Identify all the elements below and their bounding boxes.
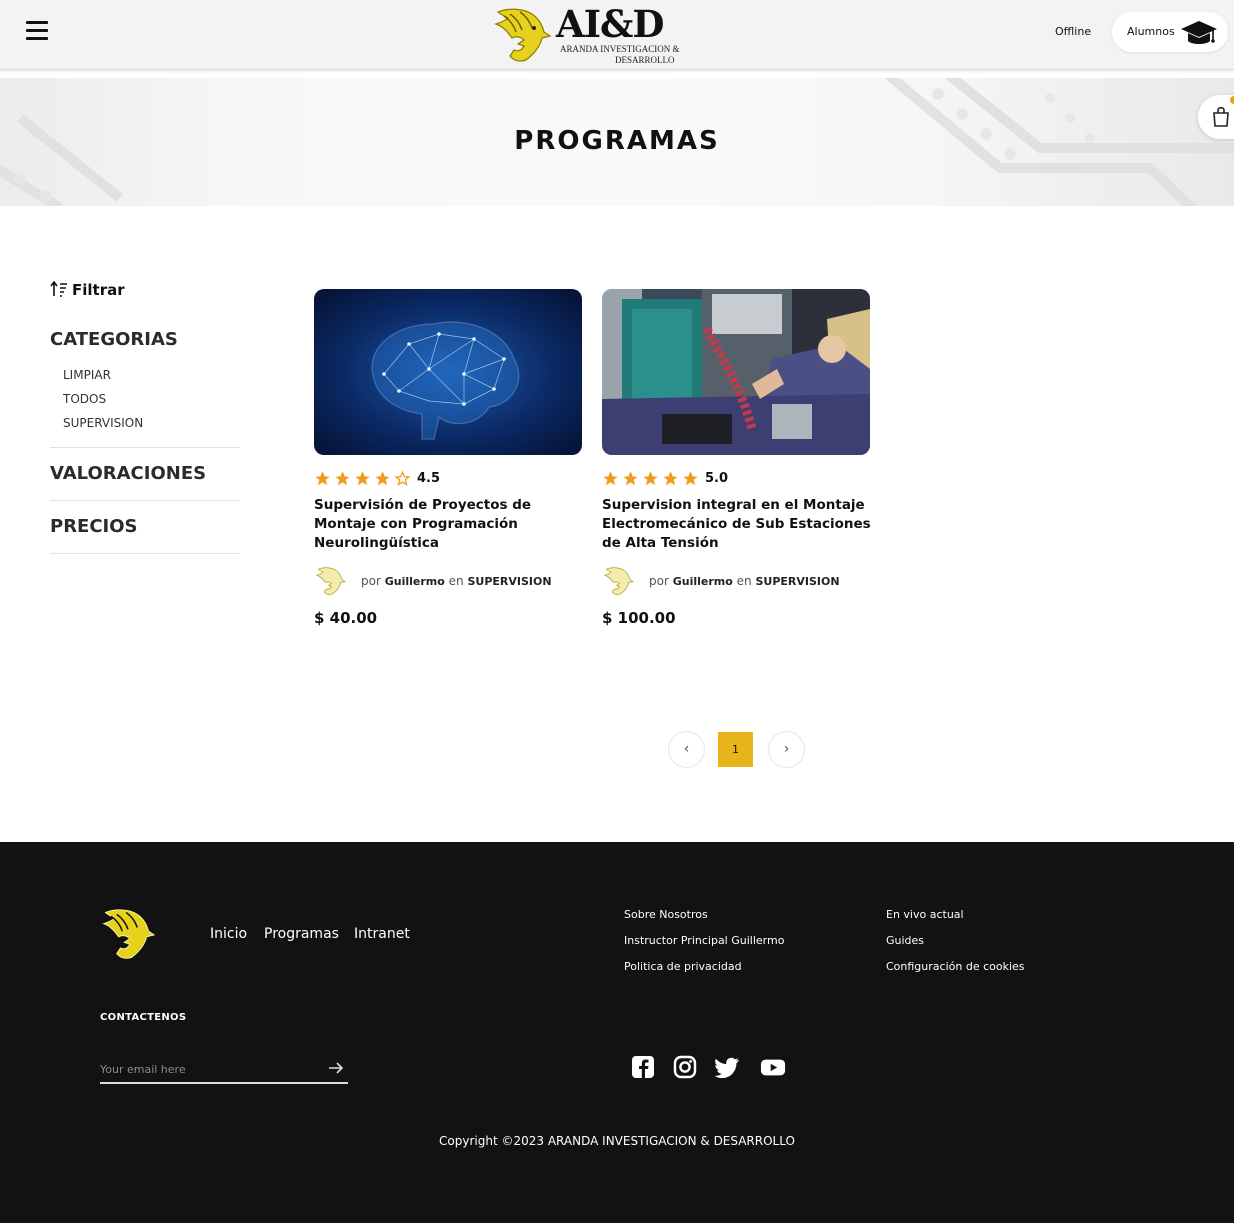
author-link[interactable]: Guillermo	[673, 575, 733, 588]
star-filled-icon	[663, 470, 678, 485]
categories-heading[interactable]: CATEGORIAS	[50, 329, 178, 350]
star-filled-icon	[603, 470, 618, 485]
category-item-supervision[interactable]: SUPERVISION	[63, 416, 143, 430]
footer-nav-intranet[interactable]: Intranet	[354, 926, 410, 942]
filter-toggle[interactable]: Filtrar	[50, 281, 125, 299]
star-outline-icon	[394, 469, 411, 486]
footer-link-privacy[interactable]: Politica de privacidad	[624, 960, 742, 973]
course-title[interactable]: Supervisión de Proyectos de Montaje con …	[314, 496, 584, 553]
logo-title: AI&D	[556, 2, 665, 46]
graduation-cap-icon	[1181, 21, 1217, 44]
lion-logo-icon	[494, 8, 552, 62]
author-avatar	[603, 567, 634, 595]
author-link[interactable]: Guillermo	[385, 575, 445, 588]
filter-label: Filtrar	[72, 281, 125, 299]
footer-nav-programas[interactable]: Programas	[264, 926, 339, 942]
students-button-label: Alumnos	[1127, 25, 1175, 38]
youtube-icon[interactable]	[760, 1054, 786, 1080]
category-item-todos[interactable]: TODOS	[63, 392, 106, 406]
contact-heading: CONTACTENOS	[100, 1012, 187, 1023]
in-label: en	[448, 574, 464, 588]
cart-button[interactable]	[1198, 95, 1234, 139]
email-input[interactable]	[100, 1058, 310, 1081]
divider	[50, 500, 240, 501]
divider	[50, 447, 240, 448]
top-header: AI&D ARANDA INVESTIGACION & DESARROLLO O…	[0, 0, 1234, 70]
newsletter-form	[100, 1058, 348, 1084]
star-filled-icon	[375, 470, 390, 485]
course-thumbnail[interactable]	[602, 289, 870, 455]
logo-subtitle: DESARROLLO	[615, 55, 675, 65]
footer-link-cookies[interactable]: Configuración de cookies	[886, 960, 1025, 973]
footer-link-instructor[interactable]: Instructor Principal Guillermo	[624, 934, 784, 947]
copyright-text: Copyright ©2023 ARANDA INVESTIGACION & D…	[439, 1134, 795, 1148]
status-label: Offline	[1055, 25, 1092, 38]
shopping-bag-icon	[1213, 106, 1229, 127]
page-hero: PROGRAMAS	[0, 78, 1234, 206]
star-filled-icon	[623, 470, 638, 485]
footer-link-about[interactable]: Sobre Nosotros	[624, 908, 708, 921]
course-card: 4.5 Supervisión de Proyectos de Montaje …	[314, 289, 584, 627]
facebook-icon[interactable]	[630, 1054, 656, 1080]
brain-network-image	[314, 289, 582, 455]
by-label: por	[361, 574, 381, 588]
lion-logo-icon[interactable]	[98, 906, 156, 962]
star-filled-icon	[315, 470, 330, 485]
course-price: $ 40.00	[314, 609, 378, 627]
course-meta: por Guillermo en SUPERVISION	[602, 565, 872, 597]
sort-filter-icon	[50, 281, 67, 297]
course-title[interactable]: Supervision integral en el Montaje Elect…	[602, 496, 872, 553]
footer-link-guides[interactable]: Guides	[886, 934, 924, 947]
course-byline: por Guillermo en SUPERVISION	[649, 574, 840, 588]
star-filled-icon	[643, 470, 658, 485]
site-footer: Inicio Programas Intranet Sobre Nosotros…	[0, 842, 1234, 1223]
rating-stars: 4.5	[314, 469, 584, 487]
electromechanical-assembly-image	[602, 289, 870, 455]
category-link[interactable]: SUPERVISION	[755, 575, 839, 588]
category-link[interactable]: SUPERVISION	[467, 575, 551, 588]
prices-heading[interactable]: PRECIOS	[50, 516, 138, 537]
pagination-prev-button[interactable]: ‹	[668, 731, 705, 768]
cart-badge	[1230, 96, 1234, 104]
students-button[interactable]: Alumnos	[1112, 12, 1228, 52]
logo-subtitle: ARANDA INVESTIGACION &	[560, 44, 680, 54]
by-label: por	[649, 574, 669, 588]
arrow-right-icon[interactable]	[328, 1061, 344, 1075]
course-byline: por Guillermo en SUPERVISION	[361, 574, 552, 588]
star-filled-icon	[355, 470, 370, 485]
divider	[50, 553, 240, 554]
in-label: en	[736, 574, 752, 588]
course-price: $ 100.00	[602, 609, 676, 627]
star-filled-icon	[335, 470, 350, 485]
page-title: PROGRAMAS	[514, 126, 720, 156]
rating-value: 5.0	[705, 470, 729, 486]
rating-value: 4.5	[417, 470, 441, 486]
instagram-icon[interactable]	[672, 1054, 698, 1080]
category-item-limpiar[interactable]: LIMPIAR	[63, 368, 111, 382]
footer-link-live[interactable]: En vivo actual	[886, 908, 964, 921]
hamburger-menu-icon[interactable]	[26, 21, 48, 43]
rating-stars: 5.0	[602, 469, 872, 487]
ratings-heading[interactable]: VALORACIONES	[50, 463, 206, 484]
course-thumbnail[interactable]	[314, 289, 582, 455]
site-logo[interactable]: AI&D ARANDA INVESTIGACION & DESARROLLO	[490, 4, 690, 66]
footer-nav-inicio[interactable]: Inicio	[210, 926, 247, 942]
pagination-page-current[interactable]: 1	[718, 732, 753, 767]
star-filled-icon	[683, 470, 698, 485]
twitter-icon[interactable]	[715, 1054, 741, 1080]
course-card: 5.0 Supervision integral en el Montaje E…	[602, 289, 872, 627]
course-meta: por Guillermo en SUPERVISION	[314, 565, 584, 597]
pagination-next-button[interactable]: ›	[768, 731, 805, 768]
author-avatar	[315, 567, 346, 595]
